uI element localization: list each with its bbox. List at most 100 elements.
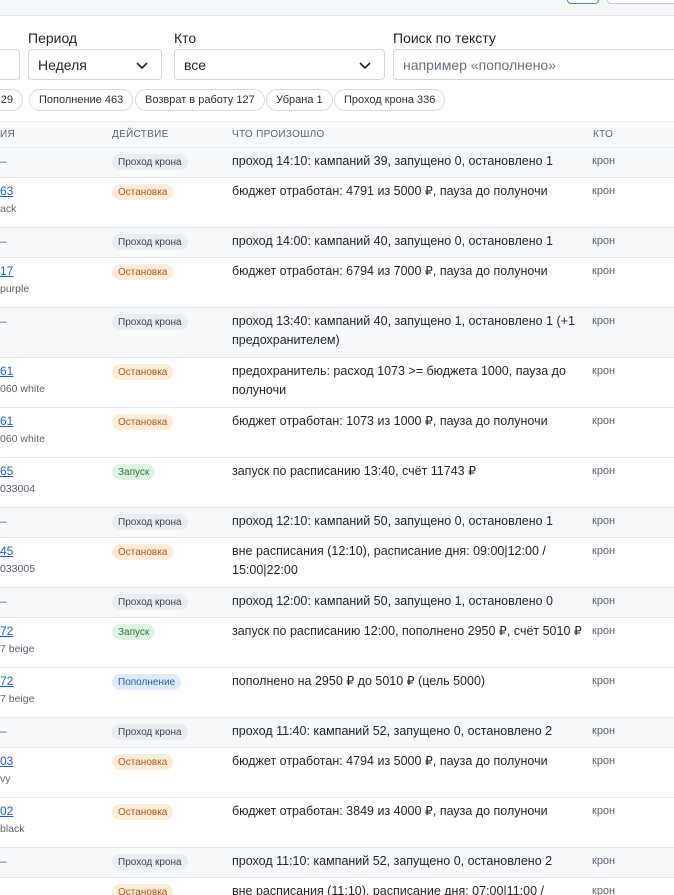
- column-header-action: ДЕЙСТВИЕ: [112, 129, 169, 140]
- top-action-button-primary[interactable]: [567, 0, 599, 4]
- table-row[interactable]: Остановка вне расписания (11:10), расписа…: [0, 878, 674, 895]
- row-object-link[interactable]: 17: [0, 262, 29, 281]
- period-label: Период: [28, 30, 78, 46]
- row-object-link[interactable]: 45: [0, 542, 35, 561]
- table-row[interactable]: – Проход крона проход 12:10: кампаний 50, …: [0, 508, 674, 538]
- period-select-value: Неделя: [38, 56, 87, 73]
- row-object-subtitle: 033005: [0, 563, 36, 575]
- row-what-happened: запуск по расписанию 12:00, пополнено 29…: [232, 624, 582, 638]
- column-header-object: ИЯ: [0, 129, 16, 140]
- table-row[interactable]: 72 7 beige Пополнение пополнено на 2950 ₽ д…: [0, 668, 674, 718]
- row-object-cell: 61 060 white: [0, 362, 45, 397]
- row-object-cell: 63 ack: [0, 182, 16, 217]
- row-object-cell: 02 black: [0, 802, 25, 837]
- row-object-link[interactable]: 65: [0, 462, 35, 481]
- search-input[interactable]: например «пополнено»: [393, 49, 674, 80]
- row-object-empty: –: [0, 154, 7, 168]
- row-who: крон: [592, 315, 616, 327]
- column-header-who: КТО: [593, 129, 614, 140]
- row-what-happened: проход 14:00: кампаний 40, запущено 0, о…: [232, 234, 554, 248]
- table-row[interactable]: – Проход крона проход 12:00: кампаний 50, …: [0, 588, 674, 618]
- filter-chip-topup[interactable]: Пополнение 463: [29, 89, 134, 111]
- table-row[interactable]: 03 vy Остановка бюджет отработан: 4794 из 5…: [0, 748, 674, 798]
- action-badge: Остановка: [112, 754, 174, 770]
- search-placeholder: например «пополнено»: [403, 56, 556, 73]
- action-badge: Проход крона: [112, 854, 188, 870]
- row-what-happened: бюджет отработан: 1073 из 1000 ₽, пауза …: [232, 414, 548, 428]
- row-object-cell: –: [0, 852, 7, 871]
- table-row[interactable]: – Проход крона проход 11:10: кампаний 52, …: [0, 848, 674, 878]
- filter-chip-return[interactable]: Возврат в работу 127: [135, 89, 265, 111]
- row-object-subtitle: 7 beige: [0, 693, 35, 705]
- row-object-cell: –: [0, 592, 7, 611]
- action-badge: Остановка: [112, 804, 174, 820]
- row-who: крон: [592, 155, 616, 167]
- filter-chip[interactable]: 29: [0, 89, 23, 111]
- row-object-cell: 45 033005: [0, 542, 35, 577]
- action-badge: Пополнение: [112, 674, 182, 690]
- row-who: крон: [592, 545, 616, 557]
- who-label: Кто: [174, 30, 197, 46]
- who-select[interactable]: все: [174, 49, 385, 80]
- action-badge: Остановка: [112, 884, 174, 895]
- action-badge: Проход крона: [112, 234, 188, 250]
- filter-chip-removed[interactable]: Убрана 1: [266, 89, 333, 111]
- table-row[interactable]: 45 033005 Остановка вне расписания (12:10),…: [0, 538, 674, 588]
- row-what-happened: проход 13:40: кампаний 40, запущено 1, о…: [232, 314, 575, 347]
- table-row[interactable]: – Проход крона проход 13:40: кампаний 40, …: [0, 308, 674, 358]
- row-object-link[interactable]: 61: [0, 412, 45, 431]
- row-who: крон: [592, 465, 616, 477]
- row-object-subtitle: 060 white: [0, 383, 45, 395]
- row-object-link[interactable]: 72: [0, 622, 34, 641]
- row-what-happened: запуск по расписанию 13:40, счёт 11743 ₽: [232, 464, 477, 478]
- row-object-link[interactable]: 02: [0, 802, 25, 821]
- row-object-subtitle: purple: [0, 283, 30, 295]
- top-bar: [0, 0, 674, 16]
- table-row[interactable]: 02 black Остановка бюджет отработан: 3849 и…: [0, 798, 674, 848]
- row-who: крон: [592, 755, 616, 767]
- row-who: крон: [592, 365, 616, 377]
- action-badge: Запуск: [112, 464, 156, 480]
- row-what-happened: бюджет отработан: 4791 из 5000 ₽, пауза …: [232, 184, 548, 198]
- table-row[interactable]: – Проход крона проход 14:00: кампаний 40, …: [0, 228, 674, 258]
- column-header-what: ЧТО ПРОИЗОШЛО: [232, 129, 325, 140]
- row-what-happened: проход 12:10: кампаний 50, запущено 0, о…: [232, 514, 554, 528]
- row-who: крон: [592, 265, 616, 277]
- table-row[interactable]: 72 7 beige Запуск запуск по расписанию 12:0…: [0, 618, 674, 668]
- row-object-subtitle: 033004: [0, 483, 36, 495]
- left-filter-field-edge[interactable]: [0, 49, 20, 80]
- row-object-empty: –: [0, 234, 7, 248]
- row-object-link[interactable]: 63: [0, 182, 16, 201]
- row-who: крон: [592, 725, 616, 737]
- table-row[interactable]: – Проход крона проход 11:40: кампаний 52, …: [0, 718, 674, 748]
- action-badge: Проход крона: [112, 154, 188, 170]
- top-action-button-secondary[interactable]: [607, 0, 674, 4]
- table-row[interactable]: – Проход крона проход 14:10: кампаний 39, …: [0, 148, 674, 178]
- table-row[interactable]: 65 033004 Запуск запуск по расписанию 13:40…: [0, 458, 674, 508]
- row-object-link[interactable]: 03: [0, 752, 13, 771]
- table-row[interactable]: 61 060 white Остановка бюджет отработан: 10…: [0, 408, 674, 458]
- table-row[interactable]: 17 purple Остановка бюджет отработан: 6794 …: [0, 258, 674, 308]
- row-who: крон: [592, 855, 616, 867]
- row-object-link[interactable]: 72: [0, 672, 34, 691]
- row-object-subtitle: vy: [0, 773, 11, 785]
- row-what-happened: вне расписания (11:10), расписание дня: …: [232, 884, 544, 895]
- search-label: Поиск по тексту: [393, 30, 496, 46]
- row-object-empty: –: [0, 594, 7, 608]
- row-who: крон: [592, 675, 616, 687]
- row-who: крон: [592, 885, 616, 895]
- action-badge: Остановка: [112, 184, 174, 200]
- action-badge: Остановка: [112, 264, 174, 280]
- row-object-link[interactable]: 61: [0, 362, 45, 381]
- filter-chip-cron-pass[interactable]: Проход крона 336: [334, 89, 446, 111]
- row-what-happened: предохранитель: расход 1073 >= бюджета 1…: [232, 364, 566, 397]
- row-object-cell: 72 7 beige: [0, 672, 34, 707]
- table-row[interactable]: 63 ack Остановка бюджет отработан: 4791 из …: [0, 178, 674, 228]
- period-select[interactable]: Неделя: [28, 49, 162, 80]
- action-badge: Остановка: [112, 414, 174, 430]
- action-badge: Запуск: [112, 624, 156, 640]
- row-who: крон: [592, 515, 616, 527]
- row-what-happened: бюджет отработан: 4794 из 5000 ₽, пауза …: [232, 754, 548, 768]
- row-object-cell: –: [0, 152, 7, 171]
- table-row[interactable]: 61 060 white Остановка предохранитель: расх…: [0, 358, 674, 408]
